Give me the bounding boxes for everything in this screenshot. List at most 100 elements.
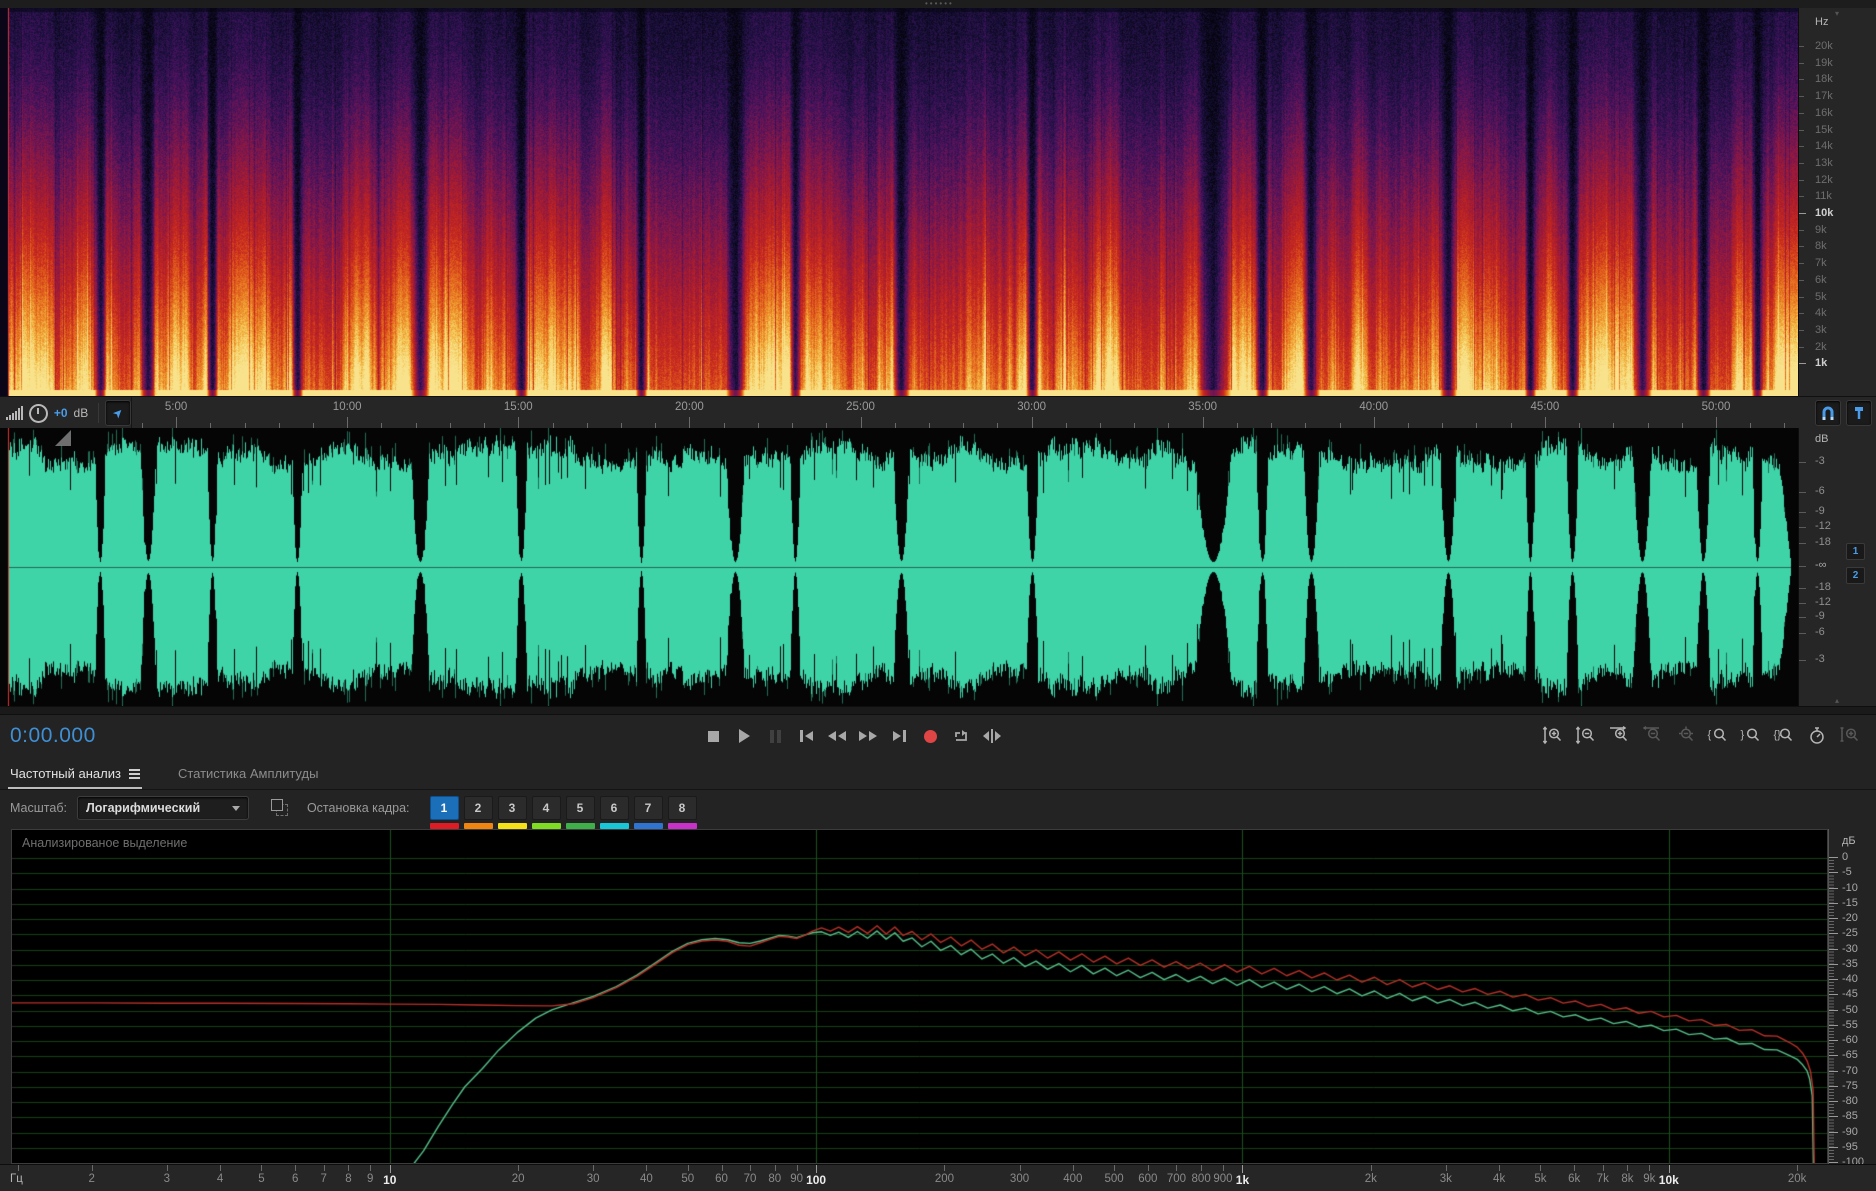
hold-button-3[interactable]: 3 xyxy=(497,796,527,820)
tab-frequency-analysis[interactable]: Частотный анализ xyxy=(8,766,142,789)
scale-dropdown[interactable]: Логарифмический xyxy=(76,796,249,820)
plot-freq-tick-label: 4 xyxy=(216,1173,224,1185)
plot-db-tick xyxy=(1829,902,1838,904)
plot-freq-tick xyxy=(1114,1165,1116,1171)
skip-to-start-button[interactable] xyxy=(793,723,819,749)
plot-db-tick-label: -90 xyxy=(1842,1125,1858,1138)
copy-graph-button[interactable] xyxy=(270,799,289,817)
play-button[interactable] xyxy=(731,723,757,749)
plot-freq-tick xyxy=(1019,1165,1021,1171)
skip-to-end-button[interactable] xyxy=(886,723,912,749)
hold-button-1[interactable]: 1 xyxy=(429,796,459,820)
clock-icon[interactable] xyxy=(29,403,48,423)
hold-button-8[interactable]: 8 xyxy=(667,796,697,820)
hold-button-5[interactable]: 5 xyxy=(565,796,595,820)
timeline-label: 40:00 xyxy=(1359,401,1389,413)
plot-freq-tick xyxy=(1499,1165,1501,1171)
plot-freq-tick-label: 3k xyxy=(1439,1173,1452,1185)
marker-button[interactable] xyxy=(1846,400,1872,426)
stop-button[interactable] xyxy=(700,723,726,749)
freq-tick xyxy=(1799,46,1804,47)
freq-tick-label: 18k xyxy=(1815,73,1833,86)
rewind-button[interactable] xyxy=(824,723,850,749)
hold-button-6[interactable]: 6 xyxy=(599,796,629,820)
pin-to-clip-button[interactable]: ➤ xyxy=(105,400,131,426)
channel-1-badge[interactable]: 1 xyxy=(1846,543,1865,560)
plot-db-tick xyxy=(1829,1146,1838,1148)
snap-toggle-button[interactable] xyxy=(1815,400,1841,426)
plot-freq-tick xyxy=(166,1165,168,1171)
plot-freq-tick-label: 9 xyxy=(367,1173,374,1185)
plot-freq-tick xyxy=(1627,1165,1629,1171)
svg-text:{}: {} xyxy=(1774,729,1782,741)
plot-freq-tick-label: 8k xyxy=(1621,1173,1634,1185)
plot-freq-tick xyxy=(593,1165,595,1171)
spectrogram-canvas[interactable] xyxy=(0,8,1798,396)
hold-button-2[interactable]: 2 xyxy=(463,796,493,820)
plot-db-tick-label: 0 xyxy=(1842,851,1849,863)
ruler-scroll-nub-icon[interactable]: ▾ xyxy=(1835,9,1839,18)
timeline-label: 50:00 xyxy=(1701,401,1731,413)
zoom-out-time-button[interactable] xyxy=(1640,724,1664,746)
amp-tick-label: -9 xyxy=(1815,505,1825,517)
audio-editor-window: •••••• ▾ Hz 20k 19k 18k 17k 16k 15k 14k 13k 12k 1… xyxy=(0,0,1876,1191)
freq-tick-label: 5k xyxy=(1815,290,1827,303)
plot-db-tick xyxy=(1829,887,1838,889)
zoom-out-amplitude-button[interactable] xyxy=(1574,724,1598,746)
zoom-to-selection-button[interactable]: {} xyxy=(1772,724,1796,746)
record-button[interactable] xyxy=(917,723,943,749)
plot-freq-tick xyxy=(91,1165,93,1171)
timeline-ruler[interactable]: +0 dB ➤ 5:00 10:00 15:00 20:00 25:00 30:00 35:… xyxy=(0,396,1876,430)
freq-tick xyxy=(1799,363,1806,365)
amp-tick xyxy=(1799,512,1806,513)
plot-freq-tick-label: 20k xyxy=(1787,1173,1807,1185)
spectrogram-frequency-ruler[interactable]: ▾ Hz 20k 19k 18k 17k 16k 15k 14k 13k 12k 11k 10k 9k… xyxy=(1798,8,1876,396)
plot-freq-tick-label: 700 xyxy=(1166,1173,1186,1185)
fast-forward-button[interactable] xyxy=(855,723,881,749)
waveform-canvas[interactable] xyxy=(0,428,1798,706)
panel-menu-icon[interactable] xyxy=(128,768,140,779)
loop-playback-button[interactable] xyxy=(948,723,974,749)
channel-2-badge[interactable]: 2 xyxy=(1846,567,1865,584)
freq-tick xyxy=(1799,79,1804,81)
plot-db-tick xyxy=(1829,1101,1838,1102)
gain-value[interactable]: +0 xyxy=(54,406,68,420)
pause-button[interactable] xyxy=(762,723,788,749)
ruler-scroll-nub-icon[interactable]: ▴ xyxy=(1835,696,1839,705)
plot-freq-tick-label: 4k xyxy=(1493,1173,1506,1185)
plot-db-tick-label: -55 xyxy=(1842,1018,1858,1031)
plot-db-tick-label: -40 xyxy=(1842,973,1858,985)
zoom-to-out-point-button[interactable]: } xyxy=(1739,724,1763,746)
freq-tick-label: 3k xyxy=(1815,323,1827,336)
freq-tick-label: 15k xyxy=(1815,123,1833,136)
playhead-time-display[interactable]: 0:00.000 xyxy=(10,724,96,748)
hold-button-7[interactable]: 7 xyxy=(633,796,663,820)
plot-freq-tick-label: 2 xyxy=(88,1173,95,1185)
timed-record-button[interactable] xyxy=(1805,724,1829,746)
plot-db-tick xyxy=(1829,963,1838,965)
plot-freq-tick-label: 500 xyxy=(1104,1173,1124,1185)
zoom-in-amplitude-button[interactable] xyxy=(1541,724,1565,746)
plot-freq-tick-label: 7k xyxy=(1596,1173,1609,1185)
frequency-plot-canvas[interactable] xyxy=(12,830,1827,1163)
hold-button-4[interactable]: 4 xyxy=(531,796,561,820)
amp-tick xyxy=(1799,566,1806,567)
zoom-full-button[interactable] xyxy=(1673,724,1697,746)
selection-corner-handle[interactable] xyxy=(55,430,71,446)
skip-selection-button[interactable] xyxy=(979,723,1005,749)
plot-db-tick xyxy=(1829,1085,1838,1087)
timeline-label: 35:00 xyxy=(1188,401,1218,413)
level-meter-icon[interactable] xyxy=(6,406,23,420)
zoom-in-time-button[interactable] xyxy=(1607,724,1631,746)
plot-db-tick-label: -35 xyxy=(1842,957,1858,970)
tab-label: Статистика Амплитуды xyxy=(177,766,319,781)
zoom-to-in-point-button[interactable]: { xyxy=(1706,724,1730,746)
freq-tick-label: 4k xyxy=(1815,307,1827,320)
tab-amplitude-statistics[interactable]: Статистика Амплитуды xyxy=(176,766,320,789)
zoom-in-waveform-button[interactable] xyxy=(1838,724,1862,746)
plot-freq-tick-label: 6 xyxy=(291,1173,299,1185)
plot-freq-tick xyxy=(1649,1165,1651,1171)
plot-freq-tick-label: 80 xyxy=(768,1173,782,1185)
magnet-icon xyxy=(1822,406,1834,420)
amp-tick xyxy=(1799,492,1806,493)
